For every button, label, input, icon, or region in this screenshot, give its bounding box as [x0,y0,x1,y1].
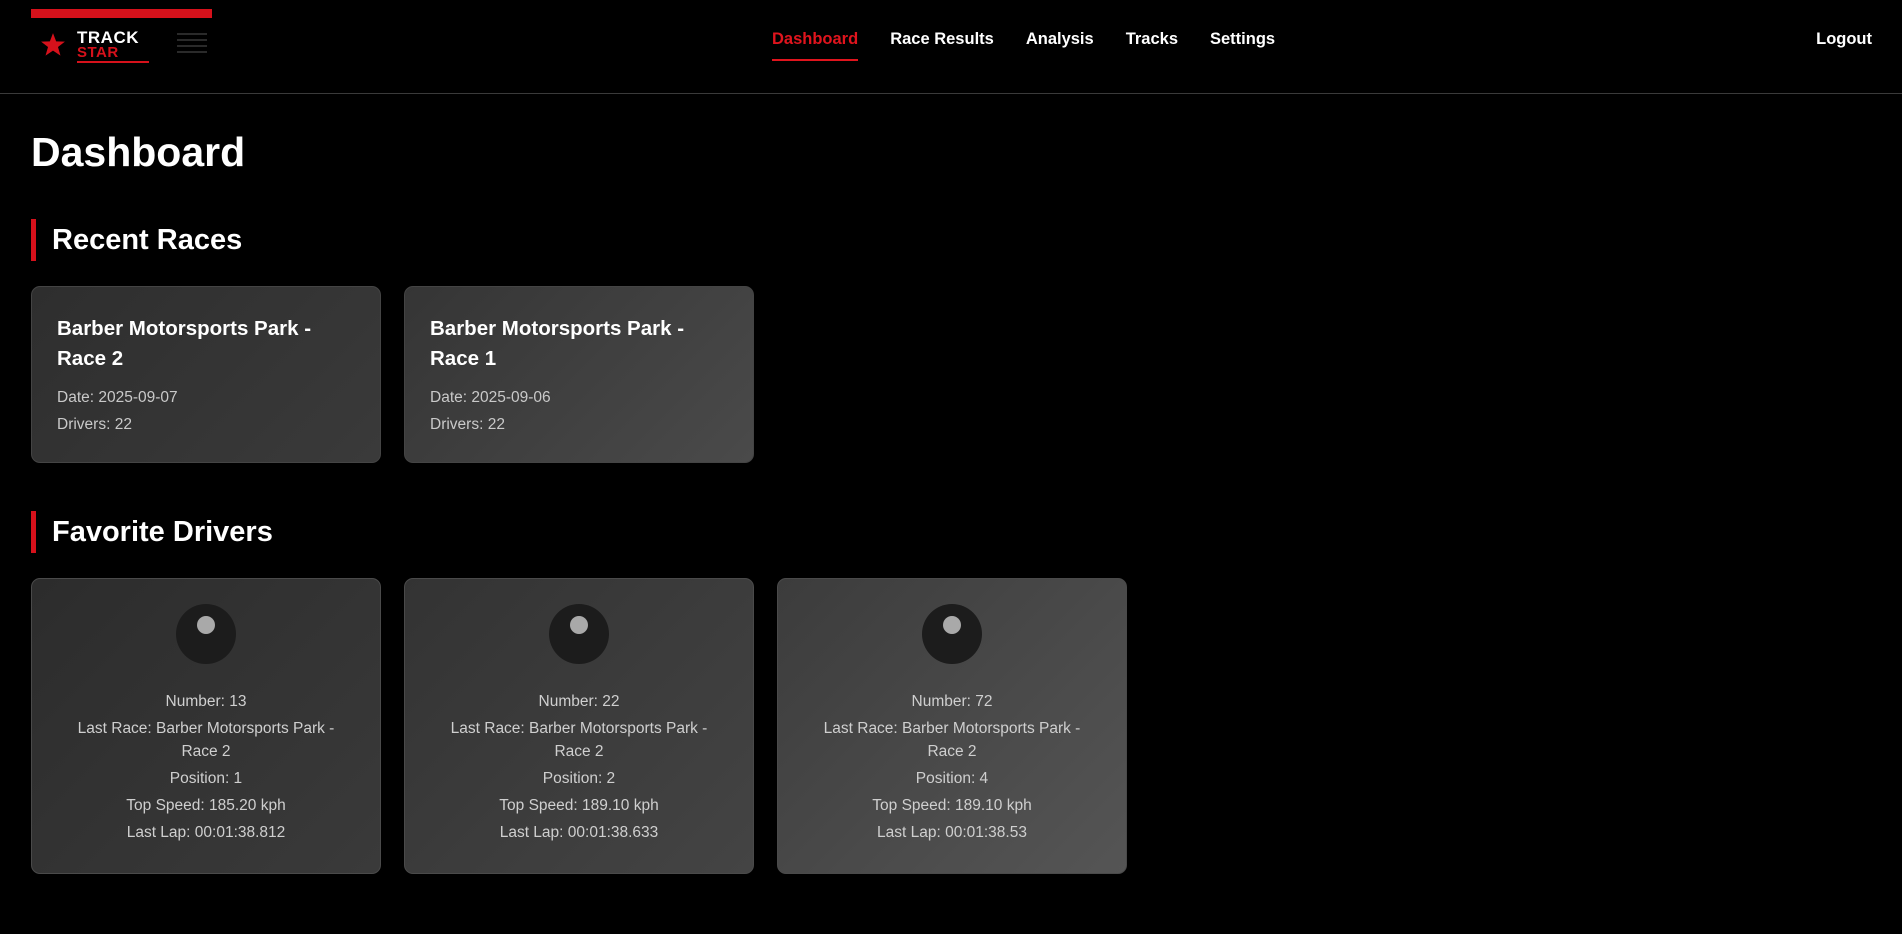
logout-button[interactable]: Logout [1816,28,1872,50]
logo-speed-stripes [177,33,207,59]
race-driver-count: Drivers: 22 [430,416,505,433]
driver-top-speed: Top Speed: 185.20 kph [126,797,286,814]
race-date: Date: 2025-09-07 [57,389,178,406]
nav-item-tracks[interactable]: Tracks [1126,28,1178,60]
driver-top-speed: Top Speed: 189.10 kph [499,797,659,814]
driver-position: Position: 4 [915,770,989,787]
section-heading-favorite-drivers: Favorite Drivers [31,511,273,553]
driver-position: Position: 2 [542,770,616,787]
driver-last-lap: Last Lap: 00:01:38.633 [499,824,659,841]
driver-number: Number: 22 [538,693,620,710]
section-heading-recent-races: Recent Races [31,219,242,261]
driver-card[interactable]: Number: 13 Last Race: Barber Motorsports… [31,578,381,874]
driver-avatar-icon [549,604,609,664]
logo-underline [77,61,149,63]
driver-avatar-icon [176,604,236,664]
nav-item-settings[interactable]: Settings [1210,28,1275,60]
page-title: Dashboard [31,129,246,175]
top-navigation-bar: TRACK STAR Dashboard Race Results Analys… [0,0,1902,94]
brand-logo[interactable]: TRACK STAR [31,9,212,71]
star-icon [41,33,65,56]
driver-last-race: Last Race: Barber Motorsports Park - Rac… [823,720,1081,760]
logo-accent-bar [31,9,212,18]
nav-item-analysis[interactable]: Analysis [1026,28,1094,60]
race-date: Date: 2025-09-06 [430,389,551,406]
driver-number: Number: 13 [165,693,247,710]
race-card[interactable]: Barber Motorsports Park - Race 2 Date: 2… [31,286,381,463]
race-title: Barber Motorsports Park - Race 2 [57,317,312,370]
driver-top-speed: Top Speed: 189.10 kph [872,797,1032,814]
main-nav: Dashboard Race Results Analysis Tracks S… [772,28,1275,62]
driver-card[interactable]: Number: 72 Last Race: Barber Motorsports… [777,578,1127,874]
race-card[interactable]: Barber Motorsports Park - Race 1 Date: 2… [404,286,754,463]
driver-last-lap: Last Lap: 00:01:38.53 [877,824,1027,841]
race-driver-count: Drivers: 22 [57,416,132,433]
driver-position: Position: 1 [169,770,243,787]
race-title: Barber Motorsports Park - Race 1 [430,317,685,370]
driver-number: Number: 72 [911,693,993,710]
driver-last-race: Last Race: Barber Motorsports Park - Rac… [77,720,335,760]
driver-last-race: Last Race: Barber Motorsports Park - Rac… [450,720,708,760]
driver-card[interactable]: Number: 22 Last Race: Barber Motorsports… [404,578,754,874]
driver-last-lap: Last Lap: 00:01:38.812 [126,824,286,841]
nav-item-dashboard[interactable]: Dashboard [772,28,859,61]
nav-item-race-results[interactable]: Race Results [890,28,994,60]
logo-text-star: STAR [77,44,119,61]
driver-avatar-icon [922,604,982,664]
